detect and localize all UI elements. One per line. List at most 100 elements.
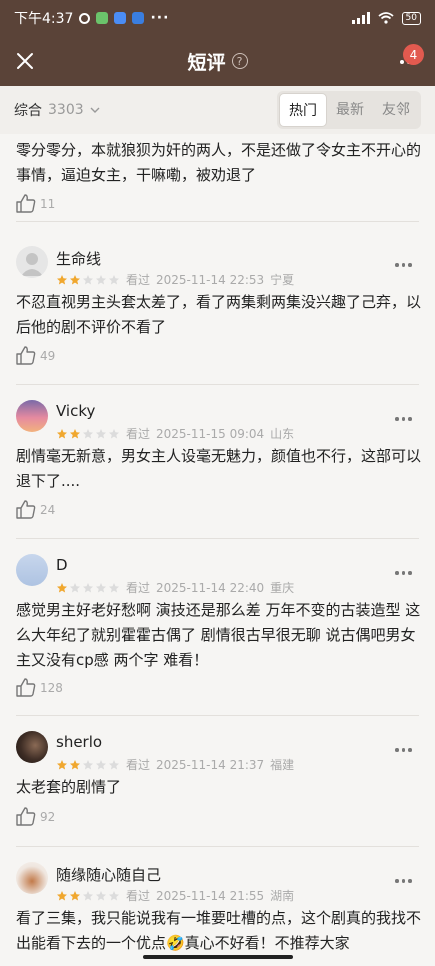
like-count: 49 [40,348,56,363]
review-meta: 看过 2025-11-14 21:55 湖南 [56,887,294,904]
home-indicator[interactable] [143,955,293,959]
like-count: 128 [40,680,63,695]
sort-select[interactable]: 综合 3303 [14,100,100,120]
watched-label: 看过 [126,273,151,287]
rating-stars [56,582,120,594]
like-button[interactable]: 24 [16,500,55,519]
default-avatar-icon [21,253,43,276]
signal-icon [351,12,370,24]
star-icon [83,274,93,284]
avatar[interactable] [16,862,48,894]
more-dot [395,571,399,575]
review-item: 随缘随心随自己 看过 2025-11-14 21:55 湖南 看了三集，我只能说… [0,848,435,966]
review-location: 重庆 [270,581,295,595]
username[interactable]: Vicky [56,402,95,420]
star-icon [96,274,106,284]
review-location: 山东 [270,427,295,441]
review-meta: 看过 2025-11-14 21:37 福建 [56,756,294,773]
rating-stars [56,428,120,440]
star-icon [83,582,93,592]
review-location: 福建 [270,758,295,772]
like-count: 24 [40,502,56,517]
review-more-button[interactable] [395,260,415,270]
tab-hot[interactable]: 热门 [279,93,327,127]
wifi-icon [377,12,394,24]
battery-icon: 50 [401,11,421,25]
tab-group: 热门 最新 友邻 [277,91,421,129]
review-more-button[interactable] [395,568,415,578]
star-icon [83,890,93,900]
chevron-down-icon [90,107,100,113]
thumbs-up-icon [16,346,36,365]
more-notifications-icon: ··· [150,10,170,26]
more-dot [400,60,404,64]
avatar[interactable] [16,246,48,278]
tab-latest[interactable]: 最新 [327,93,373,127]
review-item: D 看过 2025-11-14 22:40 重庆 感觉男主好老好愁啊 演技还是那… [0,540,435,716]
status-bar: 下午4:37 ··· 50 [0,0,435,36]
status-time: 下午4:37 [14,11,74,27]
star-icon [96,759,106,769]
app-notification-icon-2 [132,12,145,24]
rating-stars [56,890,120,902]
divider [16,715,419,716]
thumbs-up-icon [16,807,36,826]
close-button[interactable] [10,46,40,76]
watched-label: 看过 [126,889,151,903]
title-bar: 短评 ? 4 [0,36,435,86]
review-meta: 看过 2025-11-14 22:40 重庆 [56,579,294,596]
more-dot [395,748,399,752]
more-dot [408,417,412,421]
thumbs-up-icon [16,194,36,213]
username[interactable]: sherlo [56,733,102,751]
avatar[interactable] [16,400,48,432]
more-dot [408,879,412,883]
username[interactable]: D [56,556,68,574]
like-button[interactable]: 49 [16,346,55,365]
review-date: 2025-11-14 22:53 [156,272,265,287]
star-icon [83,759,93,769]
username[interactable]: 生命线 [56,248,101,269]
tab-friends[interactable]: 友邻 [373,93,419,127]
review-meta: 看过 2025-11-14 22:53 宁夏 [56,271,294,288]
review-date: 2025-11-14 21:55 [156,888,265,903]
review-more-button[interactable] [395,876,415,886]
like-button[interactable]: 92 [16,807,55,826]
username[interactable]: 随缘随心随自己 [56,864,161,885]
review-location: 湖南 [270,889,295,903]
rating-stars [56,759,120,771]
star-icon [96,428,106,438]
review-more-button[interactable] [395,745,415,755]
page-title-text: 短评 [187,51,226,74]
more-dot [408,571,412,575]
star-icon [57,274,67,284]
page-title: 短评 ? [187,48,248,75]
divider [16,538,419,539]
avatar[interactable] [16,731,48,763]
help-icon[interactable]: ? [231,53,248,69]
star-icon [109,890,119,900]
more-dot [395,263,399,267]
star-icon [109,759,119,769]
divider [16,221,419,222]
review-text: 零分零分，本就狼狈为奸的两人，不是还做了令女主不开心的事情，逼迫女主，干嘛嘞，被… [16,141,422,184]
star-icon [57,759,67,769]
star-icon [83,428,93,438]
star-icon [70,582,80,592]
avatar[interactable] [16,554,48,586]
thumbs-up-icon [16,678,36,697]
like-button[interactable]: 11 [16,194,55,213]
app-notification-icon [114,12,127,24]
review-text: 太老套的剧情了 [16,778,122,796]
review-location: 宁夏 [270,273,295,287]
like-button[interactable]: 128 [16,678,63,697]
sort-label: 综合 [14,103,42,119]
review-item: 生命线 看过 2025-11-14 22:53 宁夏 不忍直视男主头套太差了，看… [0,232,435,385]
more-dot [395,879,399,883]
star-icon [96,582,106,592]
review-more-button[interactable] [395,414,415,424]
star-icon [109,582,119,592]
star-icon [57,890,67,900]
filter-row: 综合 3303 热门 最新 友邻 [0,86,435,134]
star-icon [70,274,80,284]
